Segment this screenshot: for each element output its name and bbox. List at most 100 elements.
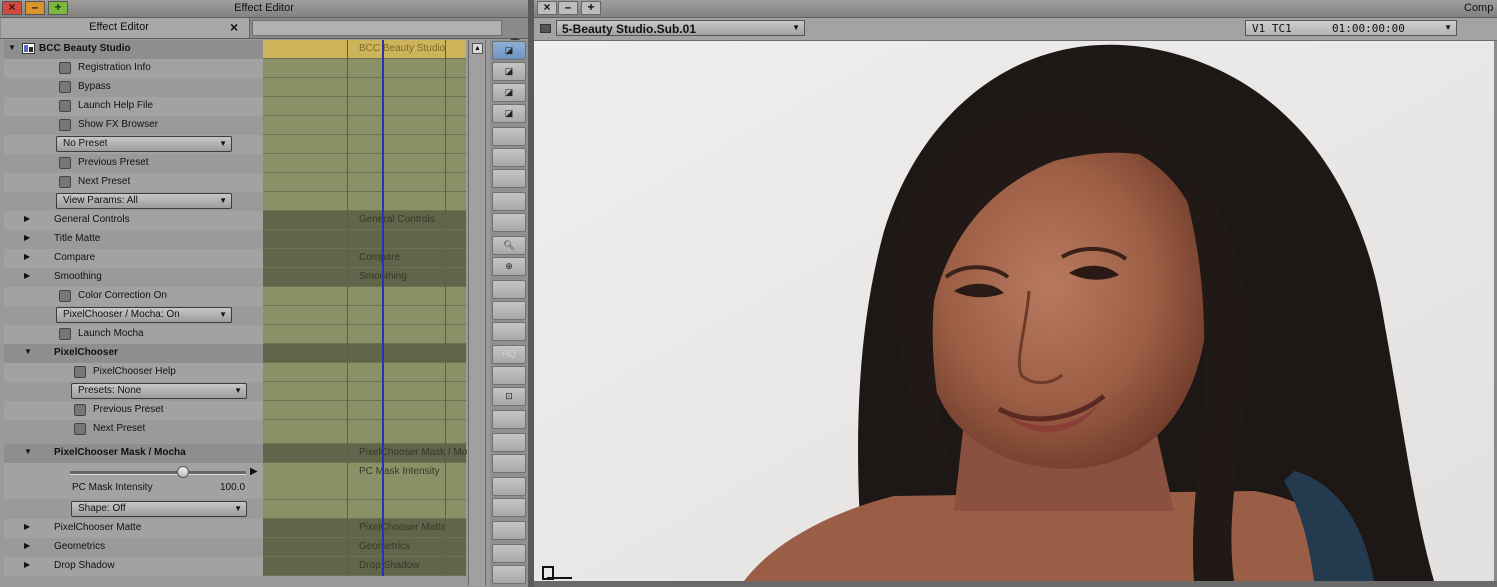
tool-button[interactable] <box>492 322 526 341</box>
group-row-compare[interactable]: ▶ Compare <box>4 249 263 268</box>
scroll-up-arrow-icon[interactable]: ▲ <box>472 43 483 54</box>
pc-presets-dropdown[interactable]: Presets: None ▼ <box>71 383 247 399</box>
tool-button[interactable] <box>492 169 526 188</box>
window-title: Effect Editor <box>234 2 294 14</box>
tool-button[interactable] <box>492 565 526 584</box>
video-viewer[interactable] <box>534 41 1494 581</box>
tab-close-button[interactable]: × <box>230 19 238 35</box>
tool-button[interactable] <box>492 477 526 496</box>
group-row-pixelchooser[interactable]: ▼ PixelChooser <box>4 344 263 363</box>
tab-bar: Effect Editor × ▼ <box>0 18 528 52</box>
track-label: Geometrics <box>359 541 411 552</box>
tool-button[interactable] <box>492 301 526 320</box>
launch-mocha-button[interactable] <box>59 328 71 340</box>
param-label: Bypass <box>78 81 111 92</box>
param-row: No Preset ▼ <box>4 135 263 154</box>
window-maximize-button[interactable]: + <box>581 1 601 15</box>
tool-button[interactable] <box>492 544 526 563</box>
keyframe-timeline[interactable]: BCC Beauty Studio General Controls Compa… <box>263 40 467 576</box>
pc-mask-intensity-slider-knob[interactable] <box>177 466 189 478</box>
zoom-out-icon[interactable]: 🔍︎ <box>492 236 526 255</box>
show-fx-browser-button[interactable] <box>59 119 71 131</box>
render-icon[interactable]: ⊡ <box>492 387 526 406</box>
pc-previous-preset-button[interactable] <box>74 404 86 416</box>
tool-button[interactable] <box>492 127 526 146</box>
next-preset-button[interactable] <box>59 176 71 188</box>
disclosure-closed-icon[interactable]: ▶ <box>24 252 30 261</box>
keyframe-graph-button[interactable]: ◪ <box>492 62 526 81</box>
previous-preset-button[interactable] <box>59 157 71 169</box>
disclosure-closed-icon[interactable]: ▶ <box>24 271 30 280</box>
disclosure-closed-icon[interactable]: ▶ <box>24 214 30 223</box>
slider-value[interactable]: 100.0 <box>220 482 245 493</box>
tool-button[interactable] <box>492 433 526 452</box>
timeline-track: PC Mask Intensity <box>263 463 466 500</box>
preset-dropdown[interactable]: No Preset ▼ <box>56 136 232 152</box>
param-label: Previous Preset <box>93 404 164 415</box>
tool-button[interactable] <box>492 366 526 385</box>
timeline-track: Compare <box>263 249 466 268</box>
disclosure-closed-icon[interactable]: ▶ <box>24 541 30 550</box>
group-row-drop-shadow[interactable]: ▶ Drop Shadow <box>4 557 263 576</box>
group-row-pc-mask-mocha[interactable]: ▼ PixelChooser Mask / Mocha <box>4 444 263 463</box>
tool-button[interactable] <box>492 410 526 429</box>
window-minimize-button[interactable]: – <box>558 1 578 15</box>
disclosure-closed-icon[interactable]: ▶ <box>24 560 30 569</box>
tool-button[interactable] <box>492 192 526 211</box>
pc-next-preset-button[interactable] <box>74 423 86 435</box>
timeline-track <box>263 382 466 401</box>
group-label: PixelChooser <box>54 347 118 358</box>
param-row: Presets: None ▼ <box>4 382 263 401</box>
window-close-button[interactable]: × <box>537 1 557 15</box>
registration-button[interactable] <box>59 62 71 74</box>
track-label: PC Mask Intensity <box>359 466 440 477</box>
param-row: View Params: All ▼ <box>4 192 263 211</box>
safe-area-icon[interactable] <box>542 566 574 580</box>
pc-mask-intensity-track[interactable] <box>70 466 246 478</box>
group-row-pc-matte[interactable]: ▶ PixelChooser Matte <box>4 519 263 538</box>
timeline-track <box>263 500 466 519</box>
keyframe-graph-button[interactable]: ◪ <box>492 41 526 60</box>
keyframe-graph-button[interactable]: ◪ <box>492 104 526 123</box>
video-frame-portrait <box>534 41 1494 581</box>
clip-name-menu[interactable]: 5-Beauty Studio.Sub.01 ▼ <box>556 20 805 36</box>
group-row-smoothing[interactable]: ▶ Smoothing <box>4 268 263 287</box>
dropdown-value: PixelChooser / Mocha: On <box>63 309 180 320</box>
tool-button[interactable] <box>492 454 526 473</box>
zoom-in-icon[interactable]: ⊕ <box>492 257 526 276</box>
slider-expand-icon[interactable]: ▶ <box>250 466 258 477</box>
tool-button[interactable] <box>492 213 526 232</box>
tool-button[interactable] <box>492 521 526 540</box>
tool-button[interactable] <box>492 498 526 517</box>
hq-button[interactable]: HQ <box>492 345 526 364</box>
chevron-down-icon: ▼ <box>1444 23 1452 32</box>
vertical-scrollbar[interactable]: ▲ <box>468 40 486 586</box>
disclosure-closed-icon[interactable]: ▶ <box>24 522 30 531</box>
disclosure-open-icon[interactable]: ▼ <box>8 43 16 52</box>
launch-help-button[interactable] <box>59 100 71 112</box>
disclosure-closed-icon[interactable]: ▶ <box>24 233 30 242</box>
view-params-dropdown[interactable]: View Params: All ▼ <box>56 193 232 209</box>
pc-shape-dropdown[interactable]: Shape: Off ▼ <box>71 501 247 517</box>
color-correction-checkbox[interactable] <box>59 290 71 302</box>
group-row-geometrics[interactable]: ▶ Geometrics <box>4 538 263 557</box>
group-label: General Controls <box>54 214 130 225</box>
effect-header-row[interactable]: ▼ BCC Beauty Studio <box>4 40 263 59</box>
disclosure-open-icon[interactable]: ▼ <box>24 447 32 456</box>
group-row-title-matte[interactable]: ▶ Title Matte <box>4 230 263 249</box>
pixelchooser-help-button[interactable] <box>74 366 86 378</box>
pixelchooser-mocha-dropdown[interactable]: PixelChooser / Mocha: On ▼ <box>56 307 232 323</box>
timeline-track <box>263 230 466 249</box>
viewer-bottom-bar <box>534 581 1497 587</box>
group-row-general-controls[interactable]: ▶ General Controls <box>4 211 263 230</box>
keyframe-graph-button[interactable]: ◪ <box>492 83 526 102</box>
parameter-list: ▼ BCC Beauty Studio Registration Info By… <box>4 40 263 576</box>
tool-button[interactable] <box>492 280 526 299</box>
tool-button[interactable] <box>492 148 526 167</box>
disclosure-open-icon[interactable]: ▼ <box>24 347 32 356</box>
tab-effect-editor[interactable]: Effect Editor × <box>1 18 250 38</box>
timecode-display[interactable]: V1 TC1 01:00:00:00 ▼ <box>1245 20 1457 36</box>
bypass-checkbox[interactable] <box>59 81 71 93</box>
group-label: Smoothing <box>54 271 102 282</box>
position-indicator[interactable] <box>382 40 384 576</box>
